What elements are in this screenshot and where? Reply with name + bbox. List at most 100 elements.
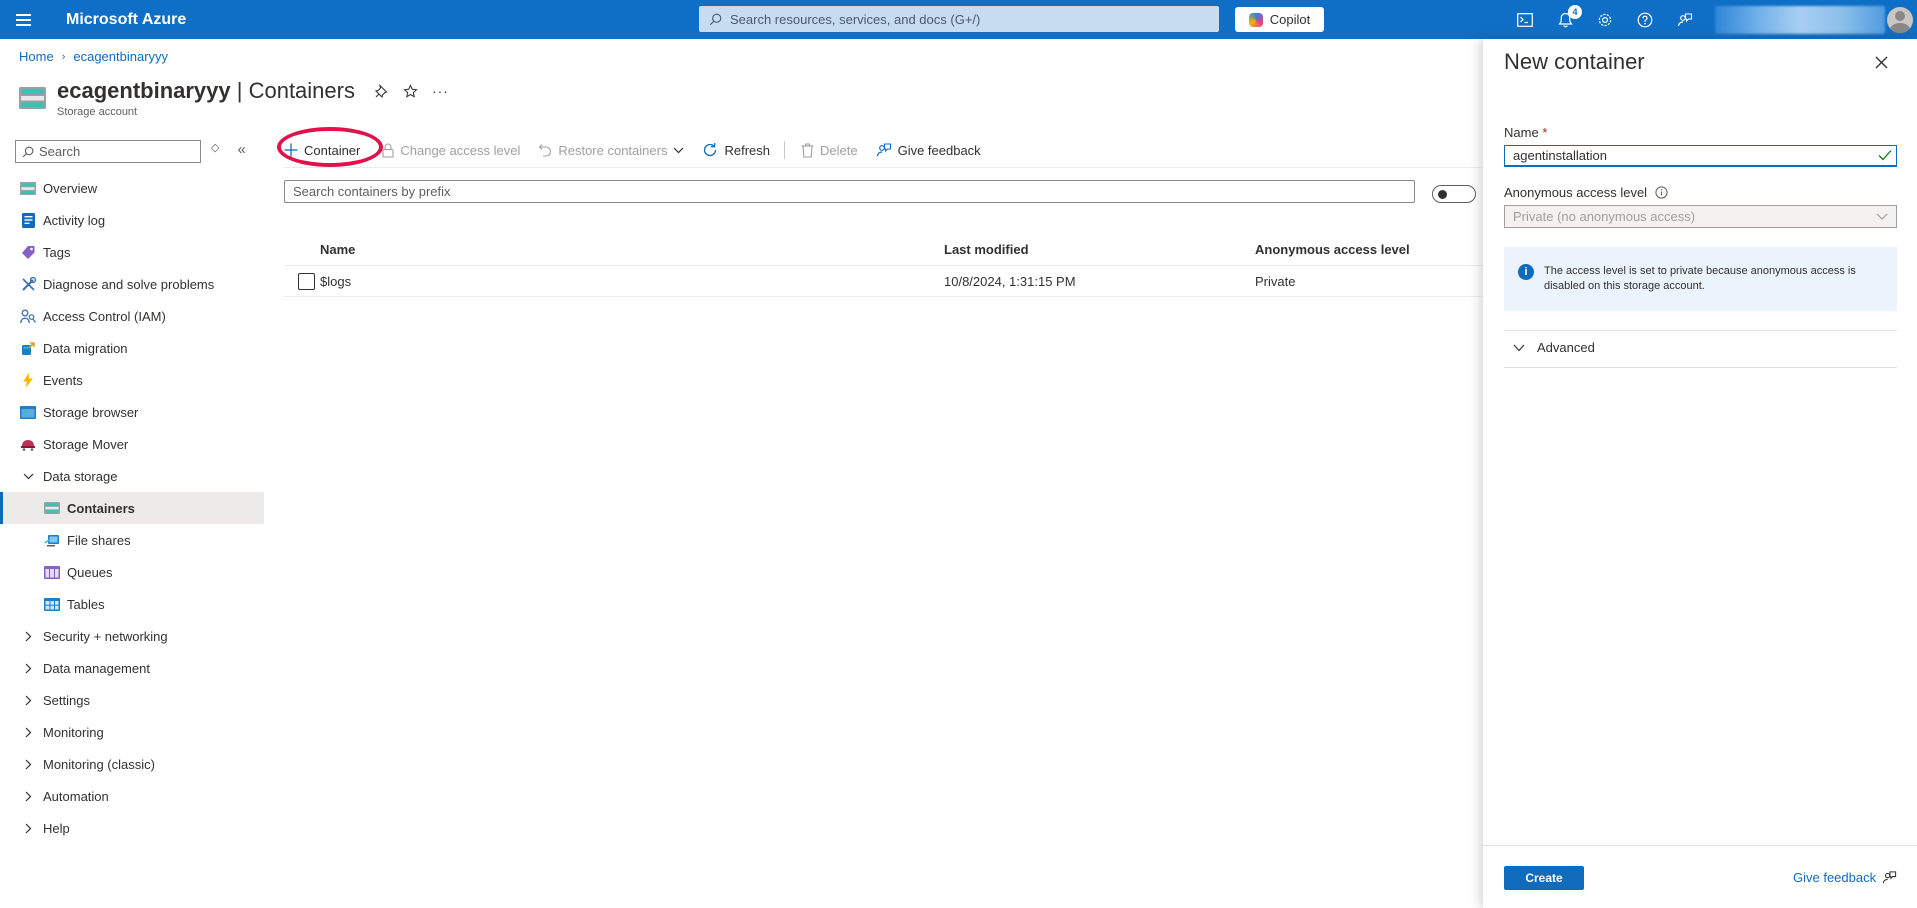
delete-button[interactable]: Delete — [801, 143, 858, 158]
plus-icon — [284, 143, 298, 157]
menu-icon[interactable] — [0, 0, 46, 39]
close-icon[interactable] — [1872, 53, 1890, 71]
undo-icon — [539, 144, 552, 157]
nav-group-help[interactable]: Help — [0, 812, 264, 844]
sort-icon[interactable]: ◇ — [211, 141, 219, 158]
feedback-icon — [876, 143, 891, 157]
data-migration-icon — [20, 340, 36, 356]
global-search-input[interactable]: Search resources, services, and docs (G+… — [699, 6, 1219, 32]
panel-give-feedback-link[interactable]: Give feedback — [1793, 870, 1897, 885]
row-checkbox[interactable] — [297, 272, 315, 290]
required-marker: * — [1542, 125, 1548, 140]
refresh-button[interactable]: Refresh — [702, 142, 770, 158]
nav-item-queues[interactable]: Queues — [0, 556, 264, 588]
refresh-icon — [704, 142, 717, 157]
storage-account-icon — [19, 87, 46, 109]
toolbar-divider-line — [284, 167, 1484, 168]
name-label-text: Name — [1504, 125, 1539, 140]
advanced-label: Advanced — [1537, 340, 1595, 355]
chevron-right-icon: › — [61, 50, 66, 63]
left-nav: Overview Activity log Tags Diagnose and … — [0, 172, 264, 844]
pin-icon[interactable] — [374, 84, 389, 98]
nav-group-automation[interactable]: Automation — [0, 780, 264, 812]
advanced-section-toggle[interactable]: Advanced — [1513, 340, 1595, 355]
advanced-divider-top — [1504, 330, 1897, 331]
nav-group-label: Monitoring — [43, 724, 104, 740]
breadcrumb-resource-link[interactable]: ecagentbinaryyy — [73, 49, 168, 64]
account-info-redacted[interactable] — [1715, 6, 1885, 34]
nav-group-label: Settings — [43, 692, 90, 708]
nav-item-storage-browser[interactable]: Storage browser — [0, 396, 264, 428]
copilot-button[interactable]: Copilot — [1235, 7, 1324, 32]
nav-item-data-migration[interactable]: Data migration — [0, 332, 264, 364]
nav-group-settings[interactable]: Settings — [0, 684, 264, 716]
access-level-dropdown[interactable]: Private (no anonymous access) — [1504, 205, 1897, 228]
brand-name[interactable]: Microsoft Azure — [66, 11, 186, 29]
container-name-link[interactable]: $logs — [320, 274, 944, 289]
user-avatar[interactable] — [1887, 7, 1913, 33]
nav-group-data-storage[interactable]: Data storage — [0, 460, 264, 492]
container-last-modified: 10/8/2024, 1:31:15 PM — [944, 273, 1076, 289]
change-access-level-label: Change access level — [400, 142, 521, 158]
column-header-access-level[interactable]: Anonymous access level — [1255, 242, 1484, 257]
breadcrumb-home-link[interactable]: Home — [19, 49, 54, 64]
wrench-icon — [20, 276, 36, 292]
nav-group-monitoring-classic[interactable]: Monitoring (classic) — [0, 748, 264, 780]
add-container-button[interactable]: Container — [284, 143, 360, 158]
nav-item-containers[interactable]: Containers — [0, 492, 264, 524]
name-field-label: Name * — [1504, 125, 1547, 140]
help-icon[interactable] — [1625, 0, 1665, 39]
nav-item-storage-mover[interactable]: Storage Mover — [0, 428, 264, 460]
container-name-input[interactable]: agentinstallation — [1504, 145, 1897, 167]
more-options-icon[interactable]: ··· — [432, 83, 449, 99]
nav-item-activity-log[interactable]: Activity log — [0, 204, 264, 236]
column-header-last-modified[interactable]: Last modified — [944, 242, 1255, 257]
panel-footer-divider — [1483, 845, 1917, 846]
access-level-field-label: Anonymous access level — [1504, 185, 1668, 200]
create-button[interactable]: Create — [1504, 866, 1584, 890]
nav-search-input[interactable]: Search — [15, 140, 201, 163]
nav-item-overview[interactable]: Overview — [0, 172, 264, 204]
restore-containers-label: Restore containers — [558, 142, 668, 158]
nav-item-events[interactable]: Events — [0, 364, 264, 396]
feedback-icon[interactable] — [1665, 0, 1705, 39]
nav-item-file-shares[interactable]: File shares — [0, 524, 264, 556]
nav-item-tables[interactable]: Tables — [0, 588, 264, 620]
page-name: | Containers — [230, 78, 355, 103]
nav-item-label: Activity log — [43, 212, 106, 228]
show-deleted-toggle[interactable] — [1432, 185, 1476, 203]
container-prefix-search-input[interactable]: Search containers by prefix — [284, 180, 1415, 203]
nav-group-label: Monitoring (classic) — [43, 756, 155, 772]
chevron-right-icon — [20, 823, 36, 834]
nav-item-tags[interactable]: Tags — [0, 236, 264, 268]
cloud-shell-icon[interactable] — [1505, 0, 1545, 39]
info-icon[interactable] — [1655, 186, 1668, 199]
chevron-right-icon — [20, 791, 36, 802]
page-title: ecagentbinaryyy | Containers — [57, 78, 355, 104]
column-header-name[interactable]: Name — [320, 242, 944, 257]
notifications-icon[interactable]: 4 — [1545, 0, 1585, 39]
nav-item-iam[interactable]: Access Control (IAM) — [0, 300, 264, 332]
new-container-panel: New container Name * agentinstallation A… — [1483, 39, 1917, 908]
settings-gear-icon[interactable] — [1585, 0, 1625, 39]
star-icon[interactable] — [403, 83, 418, 99]
search-icon — [22, 146, 34, 157]
nav-item-label: Data migration — [43, 340, 128, 356]
nav-group-monitoring[interactable]: Monitoring — [0, 716, 264, 748]
access-level-selected-value: Private (no anonymous access) — [1513, 209, 1696, 224]
give-feedback-button[interactable]: Give feedback — [876, 142, 981, 158]
collapse-nav-icon[interactable]: « — [237, 141, 245, 158]
container-name-value: agentinstallation — [1513, 148, 1607, 163]
table-row[interactable]: $logs 10/8/2024, 1:31:15 PM Private — [284, 266, 1484, 297]
restore-containers-button[interactable]: Restore containers — [538, 143, 684, 158]
trash-icon — [801, 142, 814, 158]
change-access-level-button[interactable]: Change access level — [382, 143, 520, 158]
chevron-right-icon — [20, 663, 36, 674]
nav-group-data-management[interactable]: Data management — [0, 652, 264, 684]
nav-item-diagnose[interactable]: Diagnose and solve problems — [0, 268, 264, 300]
nav-group-security-networking[interactable]: Security + networking — [0, 620, 264, 652]
chevron-down-icon — [1513, 344, 1525, 351]
table-header: Name Last modified Anonymous access leve… — [284, 234, 1484, 266]
chevron-right-icon — [20, 727, 36, 738]
panel-feedback-label: Give feedback — [1793, 870, 1877, 885]
